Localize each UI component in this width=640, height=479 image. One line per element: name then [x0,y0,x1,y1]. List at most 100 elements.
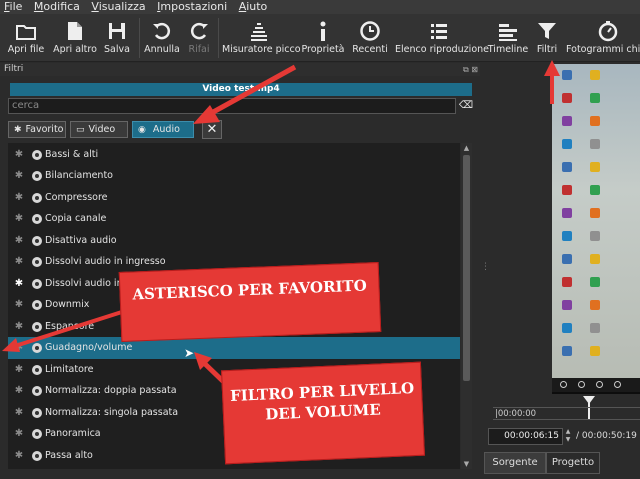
favorite-star-icon[interactable]: ✱ [14,423,24,445]
folder-icon [16,25,36,40]
timeline-icon [499,24,517,41]
panel-title-text: Filtri [4,64,24,74]
tab-video-label: Video [88,124,116,135]
audio-filter-icon [32,214,42,224]
filter-name: Guadagno/volume [45,342,133,353]
timecode-spinner[interactable]: ▲ ▼ [563,428,573,445]
undo-button[interactable]: Annulla [142,14,182,62]
tab-favorito[interactable]: ✱ Favorito [8,121,66,138]
recent-button[interactable]: Recenti [348,14,392,62]
favorite-star-icon[interactable]: ✱ [14,402,24,424]
search-input[interactable]: cerca [8,98,456,114]
favorite-star-icon[interactable]: ✱ [14,165,24,187]
filter-list-item[interactable]: ✱ Bassi & alti [8,144,460,166]
tab-project[interactable]: Progetto [546,452,600,474]
tab-audio[interactable]: ◉ Audio [132,121,194,138]
stopwatch-icon [598,21,618,42]
filter-list-item[interactable]: ✱ Bilanciamento [8,165,460,187]
scroll-thumb[interactable] [463,155,470,381]
favorite-star-icon[interactable]: ✱ [14,251,24,273]
favorite-star-icon[interactable]: ✱ [14,380,24,402]
menu-impostazioni[interactable]: Impostazioni [153,0,231,14]
chevron-down-icon[interactable]: ▼ [563,436,573,444]
playlist-button[interactable]: Elenco riproduzione [395,14,490,62]
audio-filter-icon [32,386,42,396]
desktop-icon [590,231,600,241]
filter-name: Espansore [45,320,95,332]
redo-button[interactable]: Rifai [183,14,215,62]
favorite-star-icon[interactable]: ✱ [14,273,24,295]
time-ruler[interactable]: |00:00:00 [493,407,640,420]
favorite-star-icon[interactable]: ✱ [14,445,24,467]
menu-aiuto[interactable]: Aiuto [235,0,272,14]
total-duration: / 00:00:50:19 [576,431,637,441]
tab-audio-label: Audio [152,124,180,135]
properties-button[interactable]: Proprietà [300,14,346,62]
peak-meter-label: Misuratore picco [222,44,301,55]
favorite-star-icon[interactable]: ✱ [14,294,24,316]
peak-meter-icon [251,23,267,41]
audio-filter-icon [32,429,42,439]
video-preview [552,64,640,394]
favorite-star-icon[interactable]: ✱ [14,230,24,252]
desktop-icon [562,70,572,80]
filter-name: Disattiva audio [45,234,117,246]
filters-button[interactable]: Filtri [532,14,562,62]
desktop-icon [562,116,572,126]
playlist-label: Elenco riproduzione [395,44,490,55]
callout-volume-filter: FILTRO PER LIVELLO DEL VOLUME [221,361,425,465]
favorite-star-icon[interactable]: ✱ [14,359,24,381]
favorite-star-icon[interactable]: ✱ [14,144,24,166]
audio-filter-icon [32,149,42,160]
audio-filter-icon [32,343,42,353]
desktop-icon [562,208,572,218]
audio-filter-icon [32,235,42,246]
filter-name: Downmix [45,299,90,310]
desktop-icon [590,116,600,126]
menu-modifica[interactable]: Modifica [30,0,84,14]
save-button[interactable]: Salva [100,14,134,62]
scroll-up-icon[interactable]: ▲ [461,143,472,153]
splitter-handle[interactable]: ⋮ [481,262,490,272]
funnel-icon [538,23,556,39]
scroll-down-icon[interactable]: ▼ [461,459,472,469]
filter-list-item[interactable]: ✱ Guadagno/volume [8,337,460,359]
filter-list-item[interactable]: ✱ Disattiva audio [8,230,460,252]
menu-visualizza[interactable]: Visualizza [87,0,149,14]
toolbar: Apri file Apri altro Salva Annulla Rifai… [0,14,640,62]
desktop-icon [562,162,572,172]
open-file-label: Apri file [7,44,45,55]
filters-panel-title: Filtri ⧉ ⊠ [0,63,480,76]
open-other-icon [68,22,82,40]
position-timecode-field[interactable]: 00:00:06:15 [488,428,563,445]
current-clip-bar: Video test.mp4 [10,83,472,96]
favorite-star-icon[interactable]: ✱ [14,316,24,338]
audio-filter-icon [32,300,42,310]
close-filters-button[interactable]: ✕ [202,120,222,139]
timeline-button[interactable]: Timeline [486,14,530,62]
tab-video[interactable]: ▭ Video [70,121,128,138]
filter-list-scrollbar[interactable]: ▲ ▼ [461,143,472,469]
menu-file[interactable]: File [0,0,26,14]
favorite-star-icon[interactable]: ✱ [14,337,24,359]
peak-meter-button[interactable]: Misuratore picco [222,14,301,62]
toolbar-separator [218,18,219,58]
favorite-star-icon[interactable]: ✱ [14,208,24,230]
open-other-button[interactable]: Apri altro [50,14,100,62]
desktop-icon [590,185,600,195]
desktop-icon [562,277,572,287]
filter-list-item[interactable]: ✱ Copia canale [8,208,460,230]
clear-search-button[interactable]: ⌫ [458,99,474,113]
keyframes-button[interactable]: Fotogrammi chiav [566,14,640,62]
mouse-cursor-icon: ➤ [184,346,195,360]
filter-name: Bassi & alti [45,148,99,160]
open-file-button[interactable]: Apri file [4,14,48,62]
tab-source[interactable]: Sorgente [484,452,546,474]
callout-favorite: ASTERISCO PER FAVORITO [118,262,382,342]
panel-dock-controls[interactable]: ⧉ ⊠ [463,63,478,76]
info-icon [320,21,326,41]
favorite-star-icon[interactable]: ✱ [14,187,24,209]
filter-list-item[interactable]: ✱ Compressore [8,187,460,209]
chevron-up-icon[interactable]: ▲ [563,428,573,436]
filter-name: Bilanciamento [45,170,113,181]
